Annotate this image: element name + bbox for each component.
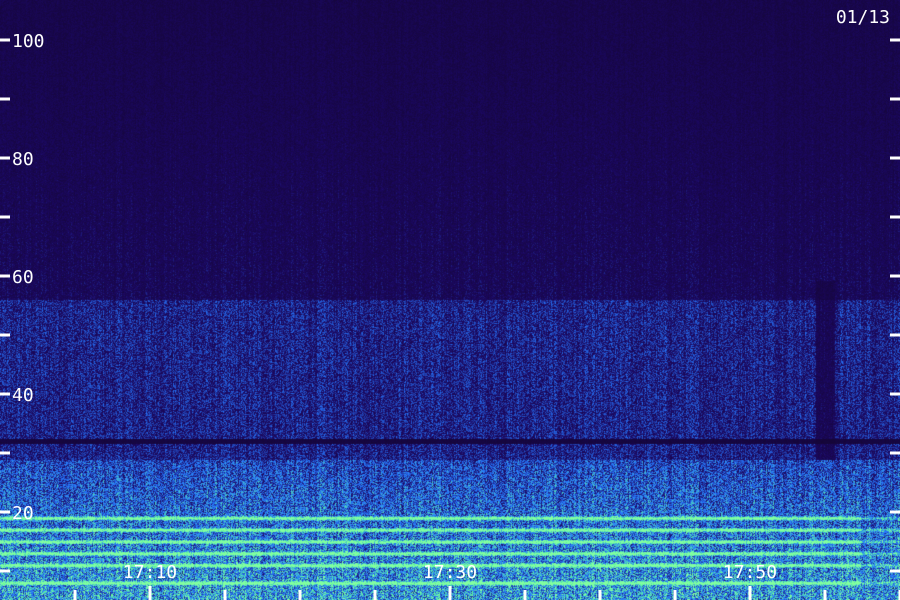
y-tick-label: 60: [12, 267, 34, 288]
y-axis: 20 40 60 80 100: [0, 31, 900, 573]
x-tick-label: 17:30: [423, 562, 477, 583]
y-tick-label: 100: [12, 31, 45, 52]
x-tick-label: 17:10: [123, 562, 177, 583]
x-tick-label: 17:50: [723, 562, 777, 583]
y-tick-label: 40: [12, 385, 34, 406]
x-axis: 17:10 17:30 17:50: [73, 562, 900, 600]
y-tick-label: 20: [12, 503, 34, 524]
y-tick-label: 80: [12, 149, 34, 170]
date-label: 01/13: [836, 7, 890, 28]
spectrogram-chart: 20 40 60 80 100 17:10 17:30 17:50 01/13: [0, 0, 900, 600]
chart-axes: 20 40 60 80 100 17:10 17:30 17:50 01/13: [0, 7, 900, 600]
